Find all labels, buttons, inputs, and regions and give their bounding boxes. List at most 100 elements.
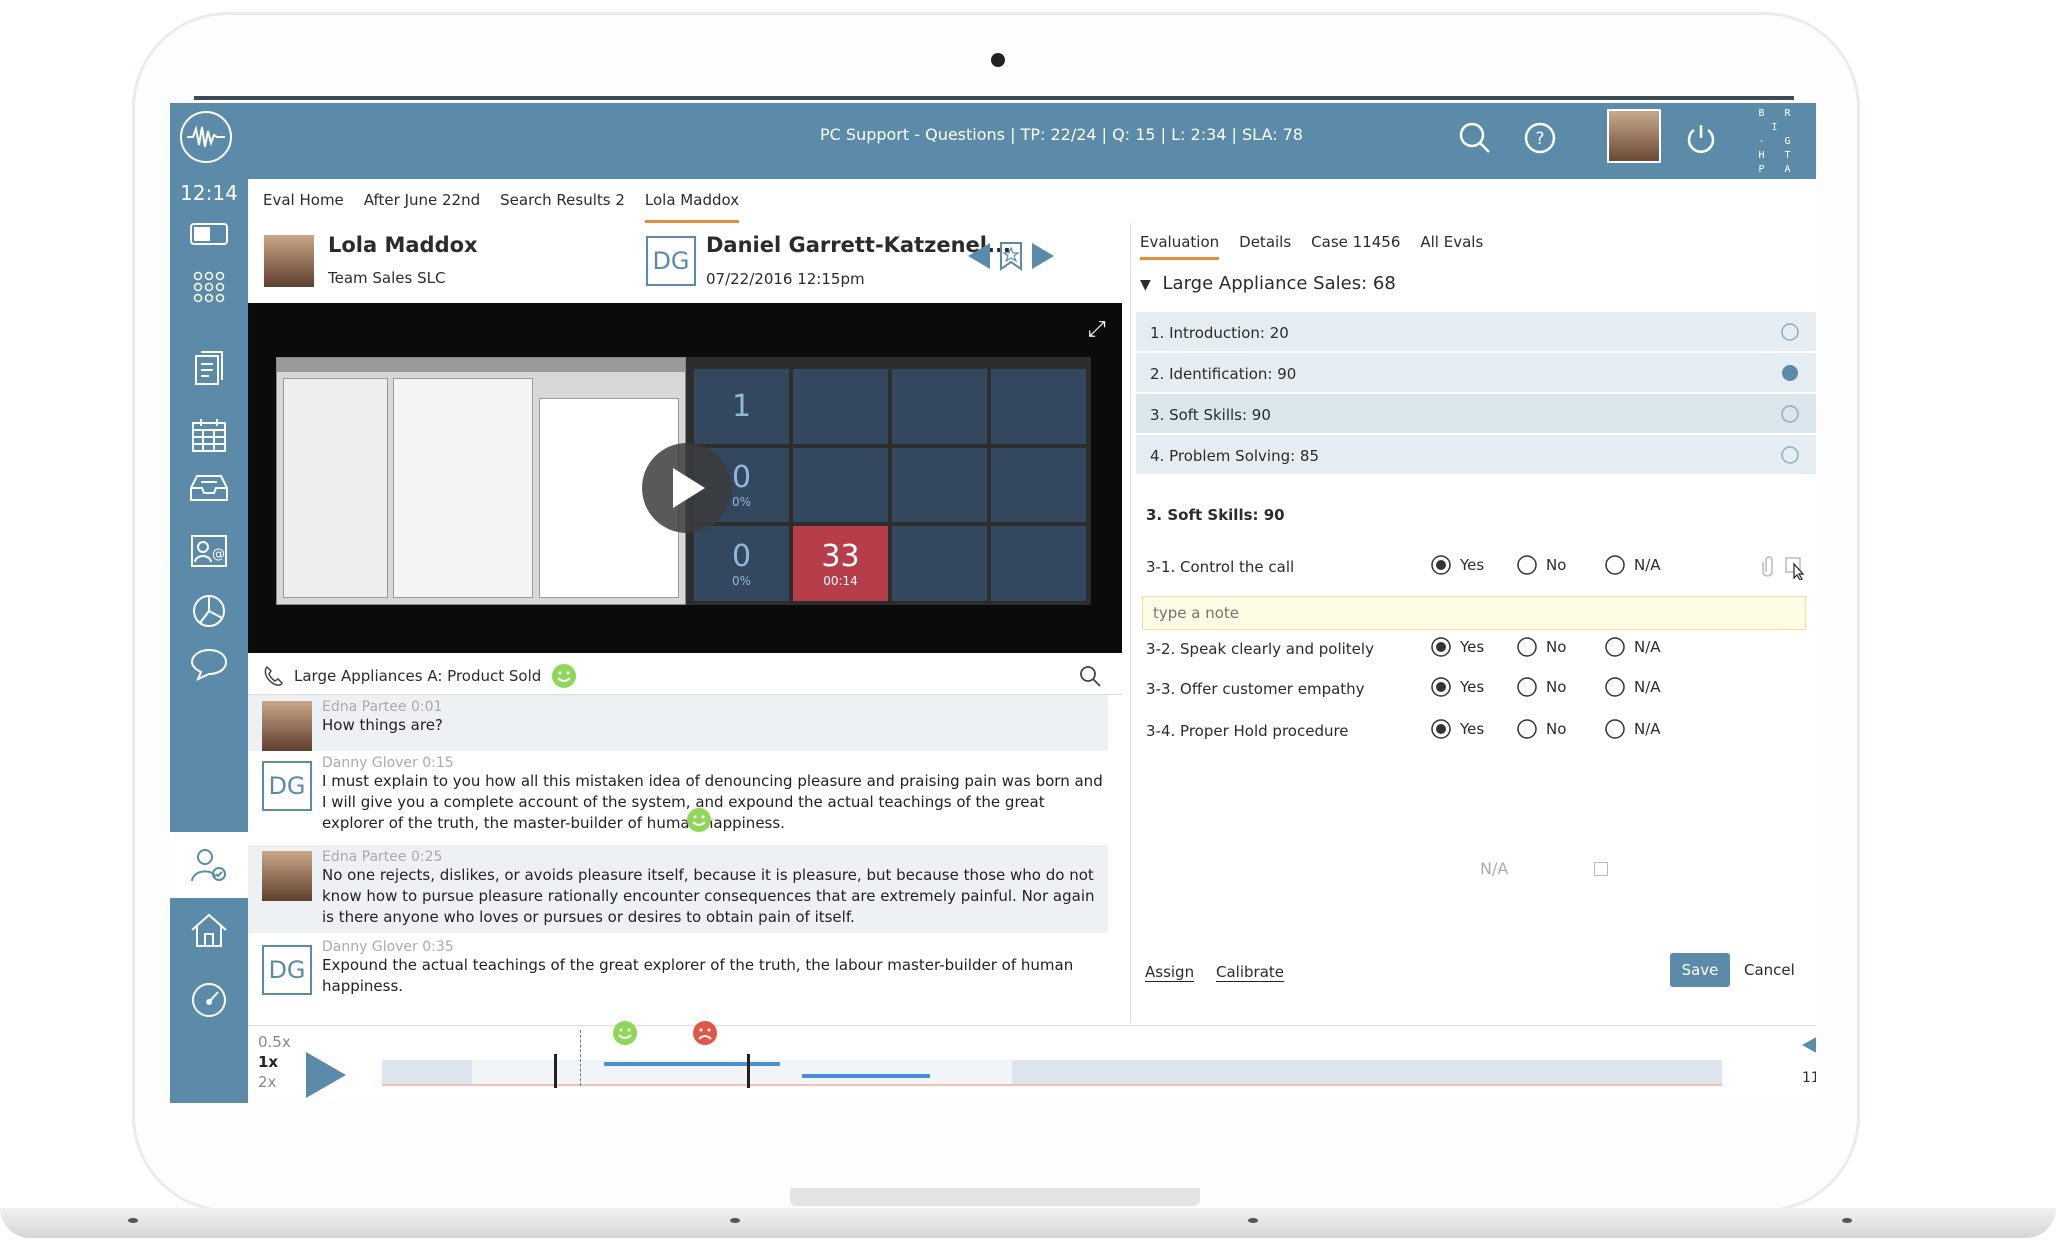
timeline-duration: 11:05 (1802, 1070, 1816, 1086)
laptop-foot (128, 1218, 138, 1223)
timeline-play-icon[interactable] (304, 1050, 348, 1100)
tab-evaluation[interactable]: Evaluation (1140, 233, 1220, 260)
criteria-label: 1. Introduction: 20 (1150, 324, 1289, 342)
radio-icon[interactable] (1516, 554, 1538, 576)
cancel-button[interactable]: Cancel (1744, 961, 1795, 979)
video-play-button[interactable] (642, 443, 732, 533)
answer-yes[interactable]: Yes (1430, 636, 1484, 658)
tab-all-evals[interactable]: All Evals (1420, 233, 1483, 260)
radio-icon[interactable] (1604, 676, 1626, 698)
answer-na[interactable]: N/A (1604, 554, 1661, 576)
collapse-triangle-icon[interactable]: ▼ (1140, 277, 1151, 293)
note-toggle-icon[interactable] (1784, 556, 1808, 580)
timeline-previous-icon[interactable] (1800, 1032, 1816, 1058)
radio-selected-icon[interactable] (1430, 718, 1452, 740)
next-arrow-icon[interactable] (1030, 241, 1056, 271)
evaluation-section-header[interactable]: ▼ Large Appliance Sales: 68 (1140, 273, 1396, 294)
criteria-radio[interactable] (1780, 322, 1800, 342)
speed-option-selected[interactable]: 1x (258, 1052, 291, 1072)
option-label: N/A (1634, 720, 1661, 738)
criteria-radio[interactable] (1780, 404, 1800, 424)
contact-card-icon[interactable]: @ (184, 526, 234, 576)
radio-selected-icon[interactable] (1430, 636, 1452, 658)
tile-value: 33 (821, 539, 860, 575)
criteria-radio[interactable] (1780, 445, 1800, 465)
screen-recording-player[interactable]: 1 0 0% 0 0% 33 00:14 ⤢ (248, 303, 1122, 653)
radio-icon[interactable] (1516, 718, 1538, 740)
playhead-marker[interactable] (580, 1030, 581, 1086)
transcript-search-icon[interactable] (1078, 664, 1102, 688)
answer-no[interactable]: No (1516, 636, 1566, 658)
option-label: Yes (1460, 556, 1485, 574)
calibrate-link[interactable]: Calibrate (1216, 963, 1284, 982)
selection-bracket[interactable] (554, 1054, 750, 1088)
answer-no[interactable]: No (1516, 718, 1566, 740)
option-label: Yes (1460, 678, 1485, 696)
playback-timeline: 0.5x 1x 2x 11:05 (248, 1021, 1816, 1103)
happy-face-icon[interactable] (612, 1020, 638, 1046)
criteria-row-active[interactable]: 3. Soft Skills: 90 (1136, 393, 1816, 433)
answer-yes[interactable]: Yes (1430, 554, 1484, 576)
tab-details[interactable]: Details (1239, 233, 1291, 260)
call-date: 07/22/2016 12:15pm (706, 270, 865, 288)
breadcrumb-current-agent[interactable]: Lola Maddox (644, 191, 740, 223)
fullscreen-icon[interactable]: ⤢ (1088, 317, 1106, 342)
answer-na[interactable]: N/A (1604, 676, 1661, 698)
sidebar-item-status[interactable] (184, 209, 234, 259)
tab-case[interactable]: Case 11456 (1311, 233, 1400, 260)
question-label: 3-4. Proper Hold procedure (1146, 722, 1349, 740)
bookmark-star-icon[interactable] (998, 241, 1024, 271)
previous-arrow-icon[interactable] (966, 241, 992, 271)
user-avatar[interactable] (1607, 109, 1661, 163)
radio-icon[interactable] (1604, 636, 1626, 658)
criteria-row[interactable]: 1. Introduction: 20 (1136, 311, 1816, 351)
sidebar-clock: 12:14 (180, 181, 238, 205)
speaker-timestamp: Danny Glover 0:15 (322, 755, 454, 771)
evaluation-section-title: Large Appliance Sales: 68 (1162, 273, 1396, 294)
answer-na[interactable]: N/A (1604, 636, 1661, 658)
breadcrumb-eval-home[interactable]: Eval Home (263, 191, 344, 223)
pie-chart-icon[interactable] (184, 586, 234, 636)
radio-icon[interactable] (1604, 554, 1626, 576)
radio-icon[interactable] (1604, 718, 1626, 740)
help-icon[interactable]: ? (1523, 121, 1557, 155)
criteria-row[interactable]: 4. Problem Solving: 85 (1136, 434, 1816, 474)
search-icon[interactable] (1458, 121, 1492, 155)
save-button[interactable]: Save (1670, 953, 1730, 987)
na-checkbox[interactable] (1594, 862, 1608, 876)
dashboard-gauge-icon[interactable] (184, 975, 234, 1025)
criteria-radio-selected[interactable] (1780, 363, 1800, 383)
chat-icon[interactable] (184, 639, 234, 689)
assign-link[interactable]: Assign (1145, 963, 1195, 982)
note-input[interactable] (1142, 596, 1806, 630)
evaluator-icon[interactable] (184, 840, 234, 890)
speed-option[interactable]: 0.5x (258, 1032, 291, 1052)
speaker-avatar (262, 701, 312, 751)
answer-no[interactable]: No (1516, 554, 1566, 576)
answer-na[interactable]: N/A (1604, 718, 1661, 740)
answer-yes[interactable]: Yes (1430, 676, 1484, 698)
sad-face-icon[interactable] (692, 1020, 718, 1046)
question-row: 3-4. Proper Hold procedure Yes No N/A (1146, 718, 1806, 748)
home-icon[interactable] (184, 905, 234, 955)
question-row: 3-1. Control the call Yes No N/A (1146, 554, 1806, 584)
power-icon[interactable] (1684, 121, 1718, 155)
apps-grid-icon[interactable] (184, 262, 234, 312)
criteria-row[interactable]: 2. Identification: 90 (1136, 352, 1816, 392)
answer-yes[interactable]: Yes (1430, 718, 1484, 740)
documents-icon[interactable] (184, 344, 234, 394)
radio-selected-icon[interactable] (1430, 554, 1452, 576)
answer-no[interactable]: No (1516, 676, 1566, 698)
breadcrumb-after-june[interactable]: After June 22nd (364, 191, 480, 223)
radio-icon[interactable] (1516, 676, 1538, 698)
waveform-logo-icon[interactable] (180, 111, 232, 163)
breadcrumb-search-results[interactable]: Search Results 2 (500, 191, 625, 223)
radio-selected-icon[interactable] (1430, 676, 1452, 698)
timeline-track[interactable] (382, 1021, 1722, 1088)
calendar-icon[interactable] (184, 411, 234, 461)
speed-option[interactable]: 2x (258, 1072, 291, 1092)
inbox-icon[interactable] (184, 462, 234, 512)
radio-icon[interactable] (1516, 636, 1538, 658)
attachment-clip-icon[interactable] (1762, 554, 1776, 578)
speed-selector[interactable]: 0.5x 1x 2x (258, 1032, 291, 1092)
